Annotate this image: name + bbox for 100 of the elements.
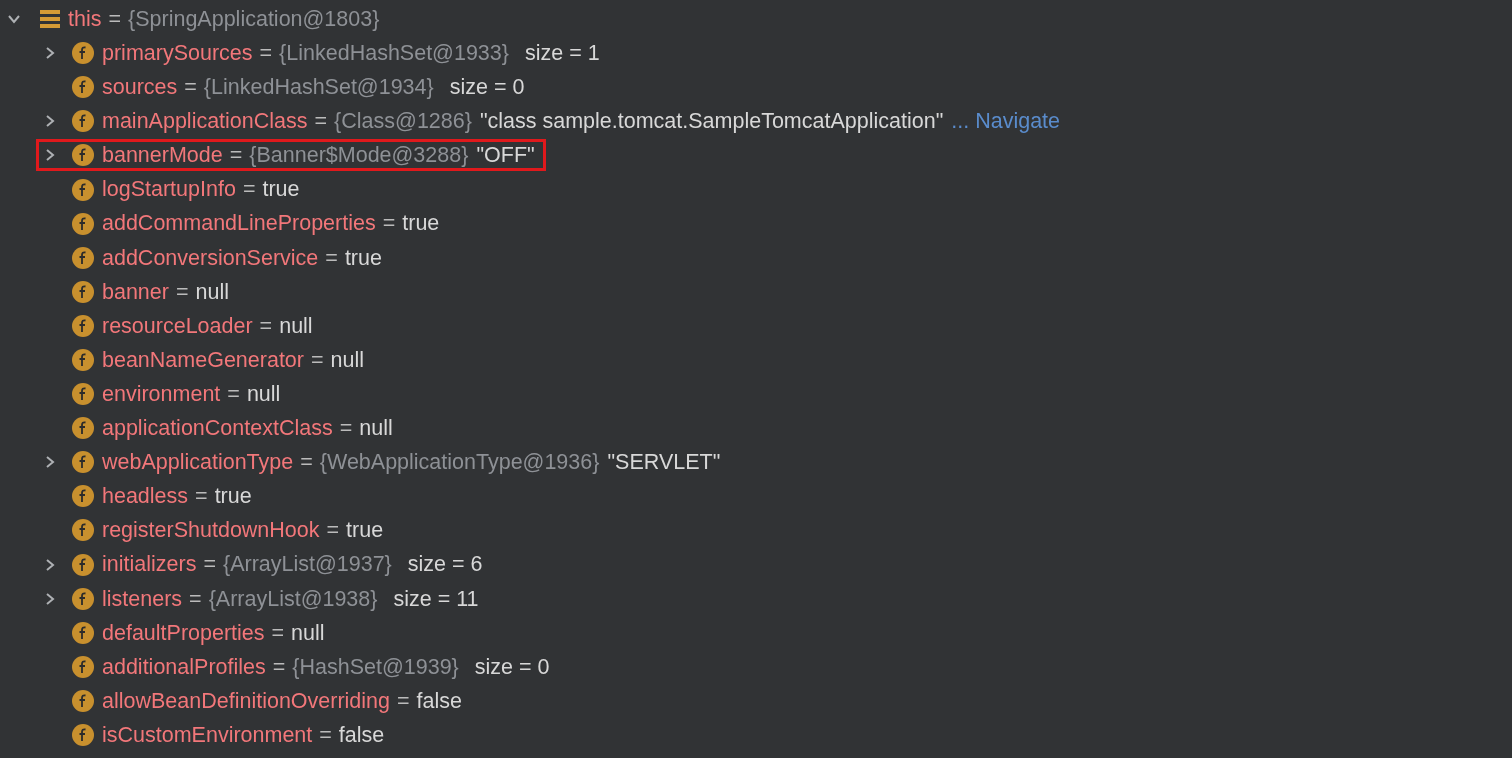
object-type: {WebApplicationType@1936} [319, 449, 600, 477]
equals-sign: = [189, 585, 202, 613]
field-icon [72, 246, 94, 269]
field-name: resourceLoader [102, 312, 253, 340]
equals-sign: = [242, 176, 256, 204]
equals-sign: = [259, 312, 273, 340]
field-icon [72, 417, 94, 440]
field-icon [72, 724, 94, 746]
variable-row[interactable]: applicationContextClass = null [36, 412, 404, 445]
variable-row[interactable]: webApplicationType = {WebApplicationType@1936} "SERVLET" [36, 446, 732, 479]
field-value: "class sample.tomcat.SampleTomcatApplication" [479, 108, 944, 136]
field-icon [72, 587, 94, 610]
size-label: size = 0 [449, 74, 525, 102]
equals-sign: = [326, 517, 340, 545]
object-type: {HashSet@1939} [292, 653, 459, 681]
field-value: true [346, 517, 384, 545]
equals-sign: = [382, 210, 396, 238]
size-label: size = 0 [474, 653, 550, 681]
object-type: {Banner$Mode@3288} [249, 142, 469, 170]
equals-sign: = [227, 380, 240, 408]
field-value: "SERVLET" [607, 449, 721, 477]
field-icon [72, 655, 94, 678]
field-name: addCommandLineProperties [102, 210, 376, 238]
variable-row[interactable]: resourceLoader = null [36, 309, 324, 342]
field-name: registerShutdownHook [102, 517, 320, 545]
field-icon [72, 76, 94, 99]
field-icon [72, 349, 94, 371]
variable-row[interactable]: beanNameGenerator = null [36, 344, 375, 376]
field-icon [72, 519, 94, 542]
field-value: null [246, 380, 281, 408]
variable-row[interactable]: isCustomEnvironment = false [36, 719, 396, 751]
variable-row[interactable]: defaultProperties = null [36, 616, 336, 649]
equals-sign: = [300, 449, 313, 477]
variable-row[interactable]: headless = true [36, 480, 263, 513]
navigate-link[interactable]: Navigate [975, 105, 1061, 138]
variable-row[interactable]: allowBeanDefinitionOverriding = false [36, 684, 473, 717]
field-name: environment [102, 380, 221, 408]
field-name: addConversionService [102, 244, 319, 272]
variable-row[interactable]: primarySources = {LinkedHashSet@1933} size = 1 [36, 37, 611, 70]
equals-sign: = [272, 653, 286, 681]
variable-row[interactable]: registerShutdownHook = true [36, 514, 395, 547]
field-name: isCustomEnvironment [102, 721, 313, 749]
field-name: sources [102, 74, 178, 102]
field-icon [72, 383, 94, 406]
field-name: mainApplicationClass [102, 108, 308, 136]
field-value: null [330, 346, 364, 374]
equals-sign: = [108, 5, 122, 33]
variable-row[interactable]: additionalProfiles = {HashSet@1939} size = 0 [36, 650, 561, 683]
field-name: beanNameGenerator [102, 346, 304, 374]
field-value: null [359, 415, 393, 443]
field-value: true [262, 176, 300, 204]
variable-row[interactable]: banner = null [36, 275, 240, 308]
field-name: additionalProfiles [102, 653, 266, 681]
equals-sign: = [325, 244, 338, 272]
variable-row[interactable]: addConversionService = true [36, 241, 393, 274]
variable-row[interactable]: mainApplicationClass = {Class@1286} "class sample.tomcat.SampleTomcatApplication" ... Navigate [36, 105, 1072, 138]
field-name: this [68, 5, 102, 33]
size-label: size = 1 [524, 40, 600, 67]
object-type: {SpringApplication@1803} [128, 5, 380, 33]
field-icon [72, 485, 94, 508]
field-value: true [344, 244, 382, 272]
stack-icon [40, 10, 60, 29]
field-icon [72, 280, 94, 303]
variable-row[interactable]: logStartupInfo = true [36, 173, 311, 206]
variable-row[interactable]: initializers = {ArrayList@1937} size = 6 [36, 548, 494, 581]
equals-sign: = [311, 346, 324, 374]
size-label: size = 11 [393, 585, 479, 613]
equals-sign: = [184, 74, 197, 102]
equals-sign: = [271, 619, 285, 647]
equals-sign: = [397, 687, 410, 715]
field-value: null [279, 312, 313, 340]
field-name: applicationContextClass [102, 415, 333, 443]
field-name: headless [102, 483, 189, 511]
field-icon [72, 621, 94, 644]
equals-sign: = [259, 40, 273, 67]
equals-sign: = [203, 551, 216, 579]
field-name: initializers [102, 551, 197, 579]
field-name: banner [102, 278, 169, 306]
field-name: listeners [102, 585, 183, 613]
field-value: false [416, 687, 462, 715]
variable-row[interactable]: addCommandLineProperties = true [36, 207, 451, 240]
field-name: defaultProperties [102, 619, 265, 647]
field-value: true [402, 210, 440, 238]
equals-sign: = [175, 278, 189, 306]
variable-row[interactable]: listeners = {ArrayList@1938} size = 11 [36, 582, 490, 615]
variable-row[interactable]: bannerMode = {Banner$Mode@3288} "OFF" [36, 139, 546, 172]
equals-sign: = [319, 721, 332, 749]
field-name: logStartupInfo [102, 176, 236, 204]
equals-sign: = [314, 108, 328, 136]
object-type: {LinkedHashSet@1933} [279, 40, 509, 67]
object-type: {ArrayList@1937} [222, 551, 392, 579]
field-value: false [338, 721, 385, 749]
field-icon [72, 689, 94, 712]
variable-row[interactable]: environment = null [36, 378, 292, 411]
field-name: allowBeanDefinitionOverriding [102, 687, 390, 715]
field-value: null [291, 619, 325, 647]
equals-sign: = [229, 142, 243, 170]
variable-row[interactable]: sources = {LinkedHashSet@1934} size = 0 [36, 71, 536, 104]
field-icon [72, 144, 94, 167]
variable-row[interactable]: this = {SpringApplication@1803} [6, 2, 380, 36]
